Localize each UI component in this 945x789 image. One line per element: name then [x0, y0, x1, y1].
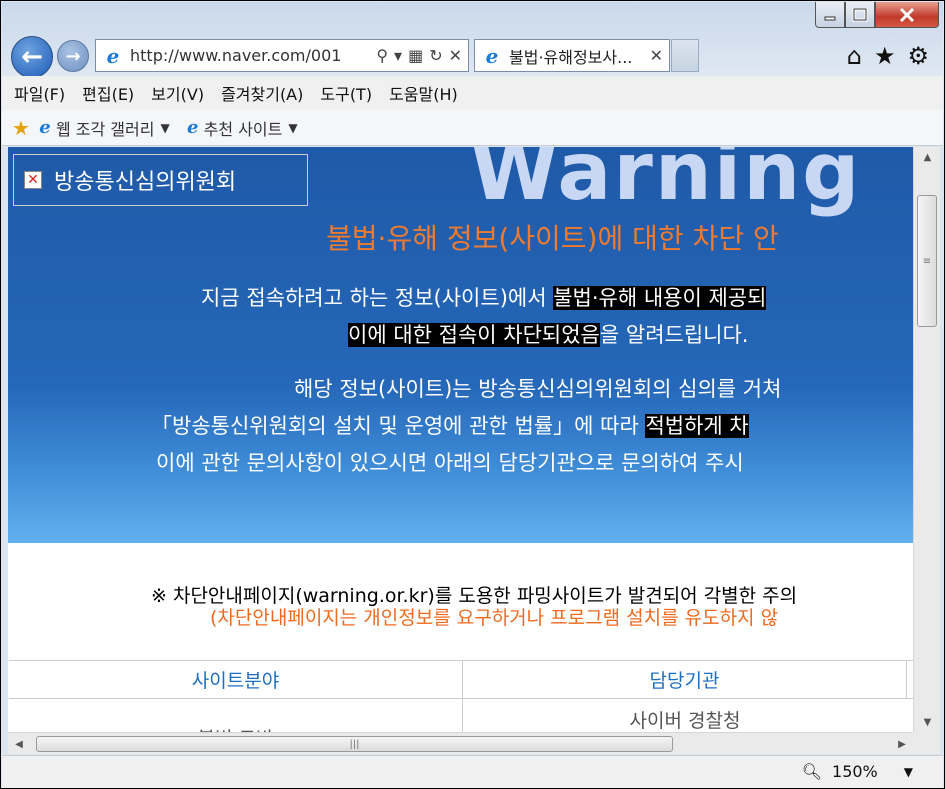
message-text: 을 알려드립니다. — [599, 323, 749, 347]
minimize-button[interactable] — [815, 2, 845, 28]
message-line-4: 「방송통신위원회의 설치 및 운영에 관한 법률」에 따라 적법하게 차 — [151, 410, 749, 440]
close-window-button[interactable] — [875, 2, 939, 28]
ie-tab-icon: e — [485, 43, 499, 68]
block-subtitle: 불법·유해 정보(사이트)에 대한 차단 안 — [326, 222, 779, 255]
dropdown-icon[interactable]: ▾ — [394, 46, 402, 65]
maximize-icon — [852, 7, 868, 21]
page-content: Warning ✕ 방송통신심의위원회 불법·유해 정보(사이트)에 대한 차단… — [8, 147, 913, 732]
stop-icon[interactable]: ✕ — [449, 46, 462, 65]
browser-tools: ⌂ ★ ⚙ — [847, 42, 929, 70]
message-text: 지금 접속하려고 하는 정보(사이트)에서 — [201, 286, 554, 310]
scroll-down-icon[interactable]: ▼ — [914, 712, 941, 732]
cell-agency: 사이버 경찰청 — [629, 709, 741, 732]
back-button[interactable]: ← — [11, 36, 53, 78]
scroll-up-icon[interactable]: ▲ — [914, 147, 941, 167]
maximize-button[interactable] — [845, 2, 875, 28]
menu-help[interactable]: 도움말(H) — [389, 81, 458, 105]
scroll-left-icon[interactable]: ◀ — [8, 733, 30, 755]
forward-button[interactable]: → — [57, 40, 89, 72]
chevron-down-icon: ▼ — [160, 120, 170, 135]
message-line-5: 이에 관한 문의사항이 있으시면 아래의 담당기관으로 문의하여 주시 — [156, 447, 744, 477]
column-header-site-category: 사이트분야 — [9, 661, 463, 698]
message-line-2: 이에 대한 접속이 차단되었음을 알려드립니다. — [348, 319, 748, 349]
zoom-control[interactable]: 🔍︎ 150% ▼ — [802, 762, 913, 781]
horizontal-scrollbar[interactable]: ◀ ||| ▶ — [8, 732, 913, 754]
vertical-scroll-thumb[interactable]: ≡ — [917, 195, 937, 327]
home-icon[interactable]: ⌂ — [847, 42, 862, 70]
scrollbar-corner — [913, 732, 940, 754]
chevron-down-icon[interactable]: ▼ — [904, 765, 913, 779]
menu-bar: 파일(F) 편집(E) 보기(V) 즐겨찾기(A) 도구(T) 도움말(H) — [2, 76, 943, 110]
minimize-icon — [824, 16, 836, 20]
favorites-item-web-slice[interactable]: e 웹 조각 갤러리 ▼ — [34, 116, 170, 140]
table-row: 불법 도박 사이버 경찰청 — [9, 699, 913, 732]
vertical-scrollbar[interactable]: ▲ ≡ ▼ — [913, 147, 940, 732]
menu-view[interactable]: 보기(V) — [151, 81, 204, 105]
zoom-magnifier-icon: 🔍︎ — [801, 762, 823, 781]
message-text: 이에 관한 문의사항이 있으시면 아래의 담당기관으로 문의하여 주시 — [156, 451, 744, 475]
table-header: 사이트분야 담당기관 — [9, 661, 913, 699]
address-url[interactable]: http://www.naver.com/001 — [130, 46, 376, 65]
phishing-notice-sub: (차단안내페이지는 개인정보를 요구하거나 프로그램 설치를 유도하지 않 — [210, 607, 779, 629]
ie-icon: e — [39, 117, 51, 138]
contact-table: 사이트분야 담당기관 불법 도박 사이버 경찰청 — [9, 660, 913, 732]
favorites-label: 웹 조각 갤러리 — [55, 119, 155, 139]
menu-tools[interactable]: 도구(T) — [320, 81, 372, 105]
column-header-agency: 담당기관 — [463, 661, 907, 698]
message-line-3: 해당 정보(사이트)는 방송통신심의위원회의 심의를 거쳐 — [294, 373, 781, 403]
horizontal-scroll-thumb[interactable]: ||| — [36, 736, 673, 752]
compatibility-view-icon[interactable]: ▦ — [408, 46, 423, 65]
message-line-1: 지금 접속하려고 하는 정보(사이트)에서 불법·유해 내용이 제공되 — [201, 282, 767, 312]
favorites-label: 추천 사이트 — [203, 119, 283, 139]
tab-close-icon[interactable]: ✕ — [650, 46, 663, 65]
forward-arrow-icon: → — [65, 45, 81, 67]
message-text: 해당 정보(사이트)는 방송통신심의위원회의 심의를 거쳐 — [294, 377, 782, 401]
broken-image-icon: ✕ — [24, 171, 42, 189]
address-bar[interactable]: e http://www.naver.com/001 ⚲ ▾ ▦ ↻ ✕ — [95, 39, 469, 72]
ie-icon: e — [186, 117, 199, 138]
favorites-star-add-icon[interactable]: ★ — [12, 116, 30, 140]
status-bar: 🔍︎ 150% ▼ — [2, 755, 943, 788]
browser-window: ← → e http://www.naver.com/001 ⚲ ▾ ▦ ↻ ✕… — [0, 0, 945, 789]
message-text: 「방송통신위원회의 설치 및 운영에 관한 법률」에 따라 — [151, 414, 646, 438]
search-icon[interactable]: ⚲ — [376, 46, 388, 65]
address-tools: ⚲ ▾ ▦ ↻ ✕ — [376, 46, 468, 65]
tab-title: 불법·유해정보사... — [509, 47, 633, 67]
chevron-down-icon: ▼ — [288, 120, 298, 135]
cell-site-category: 불법 도박 — [9, 699, 463, 732]
logo-alt-text: 방송통신심의위원회 — [54, 170, 237, 195]
gear-icon[interactable]: ⚙ — [907, 42, 929, 70]
warning-heading: Warning — [470, 147, 862, 218]
ie-page-icon: e — [106, 43, 120, 68]
close-icon — [899, 7, 915, 22]
new-tab-button[interactable] — [671, 39, 699, 72]
message-highlight: 불법·유해 내용이 제공되 — [553, 286, 767, 310]
broken-logo-image[interactable]: ✕ 방송통신심의위원회 — [13, 154, 308, 206]
scroll-right-icon[interactable]: ▶ — [891, 733, 913, 755]
menu-edit[interactable]: 편집(E) — [82, 81, 134, 105]
message-highlight: 적법하게 차 — [645, 414, 749, 438]
menu-favorites[interactable]: 즐겨찾기(A) — [221, 81, 303, 105]
favorites-bar: ★ e 웹 조각 갤러리 ▼ e 추천 사이트 ▼ — [2, 110, 943, 146]
menu-file[interactable]: 파일(F) — [14, 81, 65, 105]
favorites-star-icon[interactable]: ★ — [874, 42, 896, 70]
window-controls — [815, 2, 939, 28]
zoom-level: 150% — [832, 762, 878, 781]
warning-hero: Warning ✕ 방송통신심의위원회 불법·유해 정보(사이트)에 대한 차단… — [8, 147, 913, 543]
refresh-icon[interactable]: ↻ — [429, 46, 442, 65]
tab-active[interactable]: e 불법·유해정보사... ✕ — [474, 39, 670, 72]
favorites-item-suggested-sites[interactable]: e 추천 사이트 ▼ — [182, 116, 298, 140]
title-bar: ← → e http://www.naver.com/001 ⚲ ▾ ▦ ↻ ✕… — [2, 2, 943, 78]
message-highlight: 이에 대한 접속이 차단되었음 — [348, 323, 600, 347]
back-arrow-icon: ← — [21, 42, 43, 72]
